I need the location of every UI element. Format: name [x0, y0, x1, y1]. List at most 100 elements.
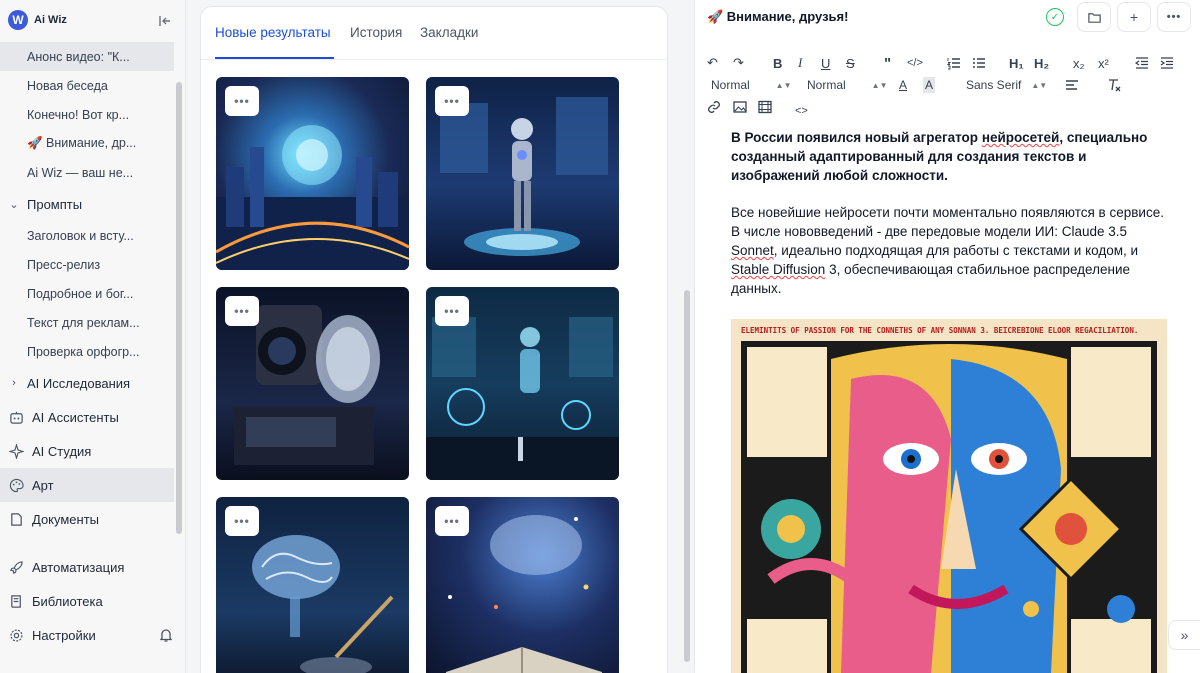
document-icon: [8, 511, 24, 527]
image-options-button[interactable]: •••: [225, 86, 259, 116]
sidebar: W Ai Wiz Анонс видео: "К... Новая беседа…: [0, 0, 186, 673]
chevron-down-icon: ⌄: [9, 198, 19, 211]
expand-panel-button[interactable]: »: [1168, 620, 1200, 650]
strikethrough-icon[interactable]: S: [846, 55, 855, 71]
italic-icon[interactable]: I: [798, 55, 802, 71]
sidebar-item-library[interactable]: Библиотека: [0, 584, 174, 618]
sidebar-item-assistants[interactable]: AI Ассистенты: [0, 400, 174, 434]
add-button[interactable]: +: [1117, 2, 1151, 32]
ordered-list-icon[interactable]: [947, 55, 961, 71]
bullet-list-icon[interactable]: [972, 55, 986, 71]
sidebar-group-prompts[interactable]: ⌄ Промпты: [0, 187, 174, 221]
align-icon[interactable]: [1065, 77, 1079, 93]
lead-paragraph: В России появился новый агрегатор нейрос…: [731, 128, 1171, 185]
font-family-value: Sans Serif: [966, 78, 1022, 92]
lead-text: В России появился новый агрегатор: [731, 130, 982, 145]
generated-image[interactable]: •••: [216, 287, 409, 480]
sidebar-item-settings[interactable]: Настройки: [0, 618, 174, 652]
collapse-sidebar-icon[interactable]: [156, 12, 174, 30]
sidebar-item-label: Библиотека: [32, 593, 103, 609]
text-color-icon[interactable]: A: [899, 77, 907, 93]
sparkle-icon: [8, 443, 24, 459]
recent-chat-item[interactable]: Анонс видео: "К...: [0, 42, 174, 71]
misspelled-word: нейросетей: [981, 130, 1060, 145]
folder-button[interactable]: [1077, 2, 1111, 32]
font-size-value: Normal: [807, 78, 846, 92]
link-icon[interactable]: [707, 99, 721, 115]
sidebar-item-automation[interactable]: Автоматизация: [0, 550, 174, 584]
prompt-item[interactable]: Подробное и бог...: [0, 279, 174, 308]
outdent-icon[interactable]: [1135, 55, 1149, 71]
sidebar-group-research[interactable]: › AI Исследования: [0, 366, 174, 400]
image-options-button[interactable]: •••: [435, 506, 469, 536]
brand[interactable]: W Ai Wiz: [8, 10, 67, 30]
sidebar-item-label: Арт: [32, 477, 54, 493]
bold-icon[interactable]: B: [773, 55, 782, 71]
underline-icon[interactable]: U: [821, 55, 830, 71]
prompt-item[interactable]: Проверка орфогр...: [0, 337, 174, 366]
more-button[interactable]: •••: [1157, 2, 1191, 32]
select-arrows-icon: ▲▼: [775, 80, 792, 90]
select-arrows-icon: ▲▼: [1031, 80, 1048, 90]
block-format-select[interactable]: Normal ▲▼: [711, 77, 792, 93]
tab-bookmarks[interactable]: Закладки: [420, 25, 478, 40]
code-block-icon[interactable]: </>: [907, 55, 923, 71]
active-tab-indicator: [215, 57, 334, 59]
double-chevron-right-icon: »: [1180, 627, 1189, 643]
image-options-button[interactable]: •••: [225, 296, 259, 326]
bell-icon[interactable]: [158, 627, 174, 643]
sidebar-item-label: Автоматизация: [32, 559, 125, 575]
image-options-button[interactable]: •••: [435, 86, 469, 116]
results-scrollbar[interactable]: [684, 290, 690, 662]
sidebar-item-label: Документы: [32, 511, 100, 527]
misspelled-word: Sonnet: [731, 243, 774, 258]
highlight-color-icon[interactable]: A: [923, 77, 936, 93]
sidebar-scrollbar[interactable]: [176, 82, 182, 534]
generated-image[interactable]: •••: [426, 287, 619, 480]
sidebar-item-label: AI Студия: [32, 443, 92, 459]
document-title[interactable]: 🚀 Внимание, друзья!: [707, 9, 848, 25]
palette-icon: [8, 477, 24, 493]
prompt-item[interactable]: Текст для реклам...: [0, 308, 174, 337]
generated-image[interactable]: •••: [426, 497, 619, 673]
prompt-item[interactable]: Заголовок и всту...: [0, 221, 174, 250]
undo-icon[interactable]: ↶: [707, 55, 718, 71]
sidebar-item-art[interactable]: Арт: [0, 468, 174, 502]
sidebar-item-studio[interactable]: AI Студия: [0, 434, 174, 468]
brand-logo: W: [8, 10, 28, 30]
video-icon[interactable]: [758, 99, 772, 115]
sidebar-group-label: AI Исследования: [27, 375, 131, 391]
heading1-button[interactable]: H₁: [1009, 55, 1024, 71]
image-icon[interactable]: [733, 99, 747, 115]
redo-icon[interactable]: ↷: [733, 55, 744, 71]
generated-image[interactable]: •••: [426, 77, 619, 270]
body-paragraph: Все новейшие нейросети почти моментально…: [731, 203, 1171, 298]
sidebar-item-label: Настройки: [32, 627, 96, 643]
html-source-button[interactable]: <>: [795, 103, 808, 119]
prompt-item[interactable]: Пресс-релиз: [0, 250, 174, 279]
font-family-select[interactable]: Sans Serif ▲▼: [966, 77, 1047, 93]
image-options-button[interactable]: •••: [435, 296, 469, 326]
document-content[interactable]: В России появился новый агрегатор нейрос…: [731, 128, 1171, 298]
recent-chat-item[interactable]: Ai Wiz — ваш не...: [0, 158, 174, 187]
superscript-button[interactable]: x²: [1098, 55, 1109, 71]
recent-chat-item[interactable]: 🚀 Внимание, др...: [0, 129, 174, 158]
embedded-poster-image[interactable]: ELEMINTITS OF PASSION FOR THE CONNETHS O…: [731, 319, 1167, 673]
plus-icon: +: [1129, 9, 1139, 25]
sidebar-item-documents[interactable]: Документы: [0, 502, 174, 536]
tab-history[interactable]: История: [350, 25, 402, 40]
heading2-button[interactable]: H₂: [1034, 55, 1049, 71]
recent-chat-item[interactable]: Новая беседа: [0, 71, 174, 100]
generated-image[interactable]: •••: [216, 77, 409, 270]
image-options-button[interactable]: •••: [225, 506, 259, 536]
clear-format-icon[interactable]: [1107, 77, 1121, 93]
indent-icon[interactable]: [1160, 55, 1174, 71]
tab-new-results[interactable]: Новые результаты: [215, 25, 331, 40]
font-size-select[interactable]: Normal ▲▼: [807, 77, 888, 93]
generated-image[interactable]: •••: [216, 497, 409, 673]
quote-icon[interactable]: ": [884, 55, 891, 72]
subscript-button[interactable]: x₂: [1073, 55, 1085, 71]
recent-chat-item[interactable]: Конечно! Вот кр...: [0, 100, 174, 129]
book-icon: [8, 593, 24, 609]
body-text: , идеально подходящая для работы с текст…: [773, 243, 1139, 258]
